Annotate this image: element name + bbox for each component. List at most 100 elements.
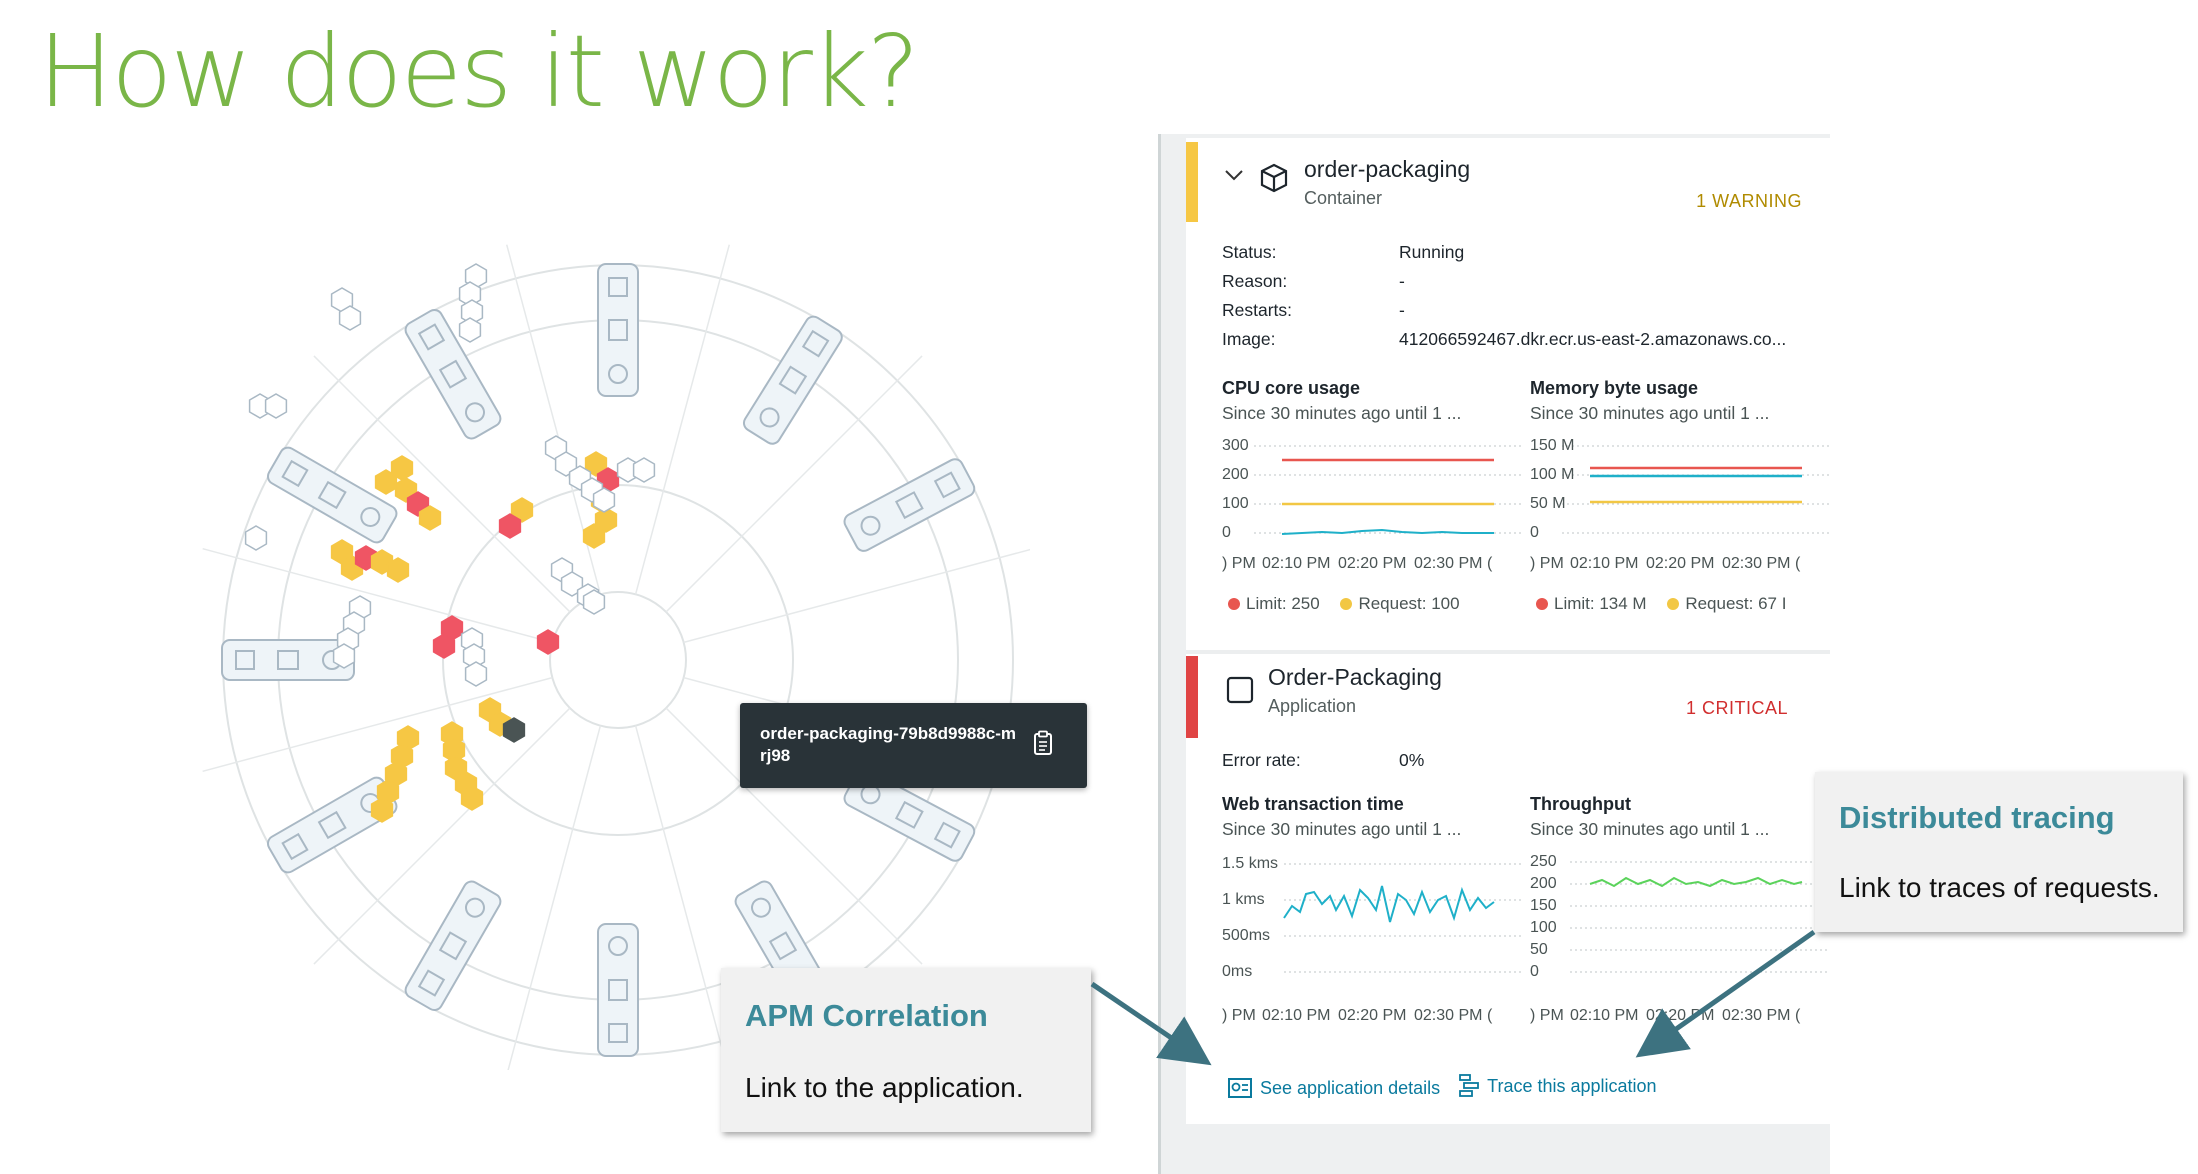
throughput-line <box>1589 876 1803 888</box>
node-card-body <box>597 923 639 1057</box>
web-transaction-chart[interactable]: Web transaction time Since 30 minutes ag… <box>1222 794 1522 1030</box>
chart-title: CPU core usage <box>1222 378 1361 398</box>
x-tick: 02:20 PM <box>1338 555 1406 572</box>
x-tick: ) PM <box>1530 1007 1564 1024</box>
node-card <box>597 923 639 1057</box>
panel-divider <box>1158 134 1161 1174</box>
x-tick: 02:10 PM <box>1262 555 1330 572</box>
cpu-usage-chart[interactable]: CPU core usage Since 30 minutes ago unti… <box>1222 378 1522 574</box>
spoke <box>683 548 1030 644</box>
pod-hexagon <box>332 643 356 669</box>
y-tick: 500ms <box>1222 927 1270 944</box>
request-dot <box>1667 598 1680 610</box>
apm-correlation-callout: APM Correlation Link to the application. <box>721 968 1091 1132</box>
node-card-body <box>742 315 843 445</box>
y-tick: 100 <box>1530 919 1557 936</box>
ring <box>549 591 687 729</box>
pod-hexagon <box>582 589 606 615</box>
clipboard-icon[interactable] <box>1033 730 1053 756</box>
cluster-explorer-diagram <box>202 244 1030 1070</box>
chart-subtitle: Since 30 minutes ago until 1 ... <box>1530 819 1770 839</box>
response-time-line <box>1283 885 1495 923</box>
pod-hexagon <box>592 487 616 513</box>
trace-this-application-label: Trace this application <box>1487 1075 1657 1096</box>
memory-plot: 150 M 100 M 50 M 0 ) PM 02:10 PM 02:20 P… <box>1530 437 1830 572</box>
see-application-details-label: See application details <box>1260 1077 1441 1098</box>
node-card <box>742 315 843 445</box>
application-name[interactable]: Order-Packaging <box>1268 664 1442 691</box>
warning-badge[interactable]: 1 WARNING <box>1696 191 1802 212</box>
legend-limit: Limit: 134 M <box>1554 594 1647 613</box>
container-cube-icon <box>1260 163 1288 193</box>
spoke <box>634 725 729 1070</box>
field-key-restarts: Restarts: <box>1222 300 1293 320</box>
spoke <box>634 244 731 595</box>
field-value-image: 412066592467.dkr.ecr.us-east-2.amazonaws… <box>1399 329 1787 349</box>
x-tick: ( <box>1487 1007 1493 1024</box>
spoke <box>507 725 602 1070</box>
node-card <box>266 446 398 544</box>
callout-title: APM Correlation <box>745 998 988 1033</box>
node-card <box>404 880 502 1012</box>
chevron-down-icon[interactable] <box>1224 168 1244 182</box>
x-tick: 02:20 PM <box>1338 1007 1406 1024</box>
critical-badge[interactable]: 1 CRITICAL <box>1686 698 1788 719</box>
chart-title: Throughput <box>1530 794 1631 814</box>
container-card: order-packaging Container 1 WARNING Stat… <box>1186 138 1830 650</box>
callout-title: Distributed tracing <box>1839 800 2115 835</box>
chart-title: Web transaction time <box>1222 794 1404 814</box>
see-application-details-link[interactable]: See application details <box>1228 1078 1440 1099</box>
pod-hexagon <box>264 393 288 419</box>
cpu-plot: 300 200 100 0 ) PM 02:10 PM 02:20 PM 02:… <box>1222 437 1522 572</box>
x-tick: ( <box>1795 1007 1801 1024</box>
pod-hexagon <box>432 633 456 659</box>
field-key-reason: Reason: <box>1222 271 1288 291</box>
chart-title: Memory byte usage <box>1530 378 1699 398</box>
container-type: Container <box>1304 188 1383 208</box>
throughput-plot: 250 200 150 100 50 0 ) PM 02:10 PM 02:20… <box>1530 853 1830 1024</box>
chart-subtitle: Since 30 minutes ago until 1 ... <box>1222 819 1462 839</box>
legend-limit: Limit: 250 <box>1246 594 1320 613</box>
pod-tooltip: order-packaging-79b8d9988c-mrj98 <box>740 703 1087 788</box>
y-tick: 100 M <box>1530 466 1574 483</box>
node-card <box>843 458 976 552</box>
pod-hexagon <box>632 457 656 483</box>
memory-usage-chart[interactable]: Memory byte usage Since 30 minutes ago u… <box>1530 378 1830 574</box>
limit-dot <box>1536 598 1548 610</box>
app-details-icon <box>1228 1078 1252 1098</box>
y-tick: 200 <box>1530 875 1557 892</box>
field-key-error-rate: Error rate: <box>1222 750 1301 770</box>
x-tick: 02:30 PM <box>1414 1007 1482 1024</box>
y-tick: 1 kms <box>1222 891 1265 908</box>
y-tick: 1.5 kms <box>1222 855 1278 872</box>
x-tick: ) PM <box>1222 555 1256 572</box>
application-card: Order-Packaging Application 1 CRITICAL E… <box>1186 650 1830 1124</box>
container-name[interactable]: order-packaging <box>1304 156 1470 183</box>
y-tick: 250 <box>1530 853 1557 870</box>
critical-stripe <box>1186 656 1198 738</box>
pod-hexagon <box>498 513 522 539</box>
throughput-chart[interactable]: Throughput Since 30 minutes ago until 1 … <box>1530 794 1830 1030</box>
pod-hexagon <box>458 317 482 343</box>
pod-hexagon <box>460 785 484 811</box>
x-tick: 02:30 PM <box>1722 555 1790 572</box>
pod-hexagon <box>244 525 268 551</box>
memory-legend: Limit: 134 M Request: 67 I <box>1536 594 1786 614</box>
y-tick: 200 <box>1222 466 1249 483</box>
pod-hexagon <box>418 505 442 531</box>
field-value-error-rate: 0% <box>1399 750 1425 770</box>
trace-this-application-link[interactable]: Trace this application <box>1459 1074 1657 1098</box>
x-tick: 02:20 PM <box>1646 555 1714 572</box>
field-value-restarts: - <box>1399 300 1405 320</box>
field-key-status: Status: <box>1222 242 1277 262</box>
y-tick: 0 <box>1222 524 1231 541</box>
y-tick: 0 <box>1530 963 1539 980</box>
node-card-body <box>404 308 502 440</box>
pod-name: order-packaging-79b8d9988c-mrj98 <box>760 724 1017 765</box>
web-transaction-plot: 1.5 kms 1 kms 500ms 0ms ) PM 02:10 PM 02… <box>1222 855 1522 1024</box>
slide-title: How does it work? <box>38 13 920 130</box>
x-tick: 02:10 PM <box>1570 555 1638 572</box>
app-links: See application details Trace this appli… <box>1228 1074 1671 1103</box>
limit-dot <box>1228 598 1240 610</box>
x-tick: ( <box>1487 555 1493 572</box>
